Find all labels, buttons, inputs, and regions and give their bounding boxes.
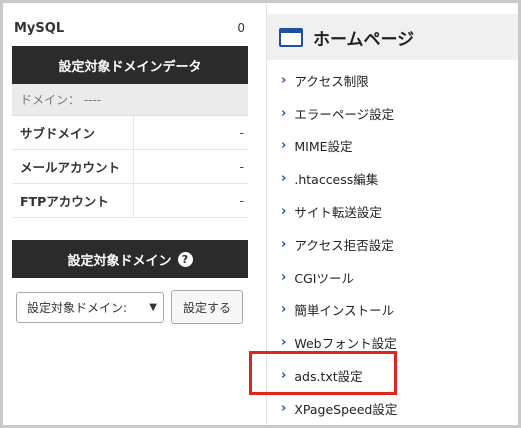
menu-item-cgi-tool[interactable]: › CGIツール xyxy=(267,261,518,294)
info-value: - xyxy=(239,125,244,140)
chevron-right-icon: › xyxy=(281,269,287,285)
question-circle-icon[interactable]: ? xyxy=(177,251,193,267)
chevron-right-icon: › xyxy=(281,302,287,318)
menu-item-label: .htaccess編集 xyxy=(294,172,379,188)
menu-item-label: Webフォント設定 xyxy=(294,336,397,352)
info-row-mail: メールアカウント - xyxy=(12,150,248,184)
info-label: FTPアカウント xyxy=(12,184,134,217)
chevron-right-icon: › xyxy=(281,236,287,252)
mysql-value: 0 xyxy=(237,21,245,35)
ads-txt-highlight xyxy=(249,351,397,395)
info-value: - xyxy=(239,159,244,174)
left-column: MySQL 0 設定対象ドメインデータ ドメイン： ---- サブドメイン - … xyxy=(12,10,248,324)
menu-item-label: XPageSpeed設定 xyxy=(294,401,398,417)
chevron-right-icon: › xyxy=(281,138,287,154)
menu-item-site-redirect[interactable]: › サイト転送設定 xyxy=(267,195,518,228)
domain-select-header: 設定対象ドメイン ? xyxy=(12,240,248,278)
menu-item-mime[interactable]: › MIME設定 xyxy=(267,130,518,163)
info-label: メールアカウント xyxy=(12,150,134,183)
menu-item-label: アクセス制限 xyxy=(294,73,369,89)
chevron-right-icon: › xyxy=(281,105,287,121)
domain-select-title: 設定対象ドメイン xyxy=(67,253,172,269)
chevron-right-icon: › xyxy=(281,335,287,351)
menu-item-label: エラーページ設定 xyxy=(294,106,395,122)
window-icon xyxy=(279,27,303,47)
menu-item-label: MIME設定 xyxy=(294,139,353,155)
menu-item-label: 簡単インストール xyxy=(294,303,395,319)
menu-item-access-restriction[interactable]: › アクセス制限 xyxy=(267,64,518,97)
chevron-right-icon: › xyxy=(281,400,287,416)
chevron-right-icon: › xyxy=(281,204,287,220)
domain-select-row: 設定対象ドメイン: ▼ 設定する xyxy=(12,290,248,324)
homepage-header: ホームページ xyxy=(267,14,518,60)
info-row-subdomain: サブドメイン - xyxy=(12,116,248,150)
menu-item-label: CGIツール xyxy=(294,270,354,286)
domain-select[interactable]: 設定対象ドメイン: ▼ xyxy=(16,291,164,323)
menu-item-easy-install[interactable]: › 簡単インストール xyxy=(267,294,518,327)
set-domain-button[interactable]: 設定する xyxy=(171,290,243,324)
domain-select-value: 設定対象ドメイン: xyxy=(27,300,128,315)
domain-data-header: 設定対象ドメインデータ xyxy=(12,46,248,84)
info-label: サブドメイン xyxy=(12,116,134,149)
chevron-right-icon: › xyxy=(281,171,287,187)
mysql-row: MySQL 0 xyxy=(12,10,248,46)
menu-item-xpagespeed[interactable]: › XPageSpeed設定 xyxy=(267,392,518,425)
info-value: - xyxy=(239,193,244,208)
chevron-right-icon: › xyxy=(281,72,287,88)
menu-item-error-page[interactable]: › エラーページ設定 xyxy=(267,97,518,130)
menu-item-htaccess[interactable]: › .htaccess編集 xyxy=(267,162,518,195)
domain-line: ドメイン： ---- xyxy=(12,84,248,116)
chevron-down-icon: ▼ xyxy=(149,301,157,313)
menu-item-label: アクセス拒否設定 xyxy=(294,237,394,253)
homepage-title: ホームページ xyxy=(313,29,415,50)
mysql-label: MySQL xyxy=(14,20,65,36)
menu-item-access-deny[interactable]: › アクセス拒否設定 xyxy=(267,228,518,261)
info-row-ftp: FTPアカウント - xyxy=(12,184,248,218)
menu-item-label: サイト転送設定 xyxy=(294,205,382,221)
